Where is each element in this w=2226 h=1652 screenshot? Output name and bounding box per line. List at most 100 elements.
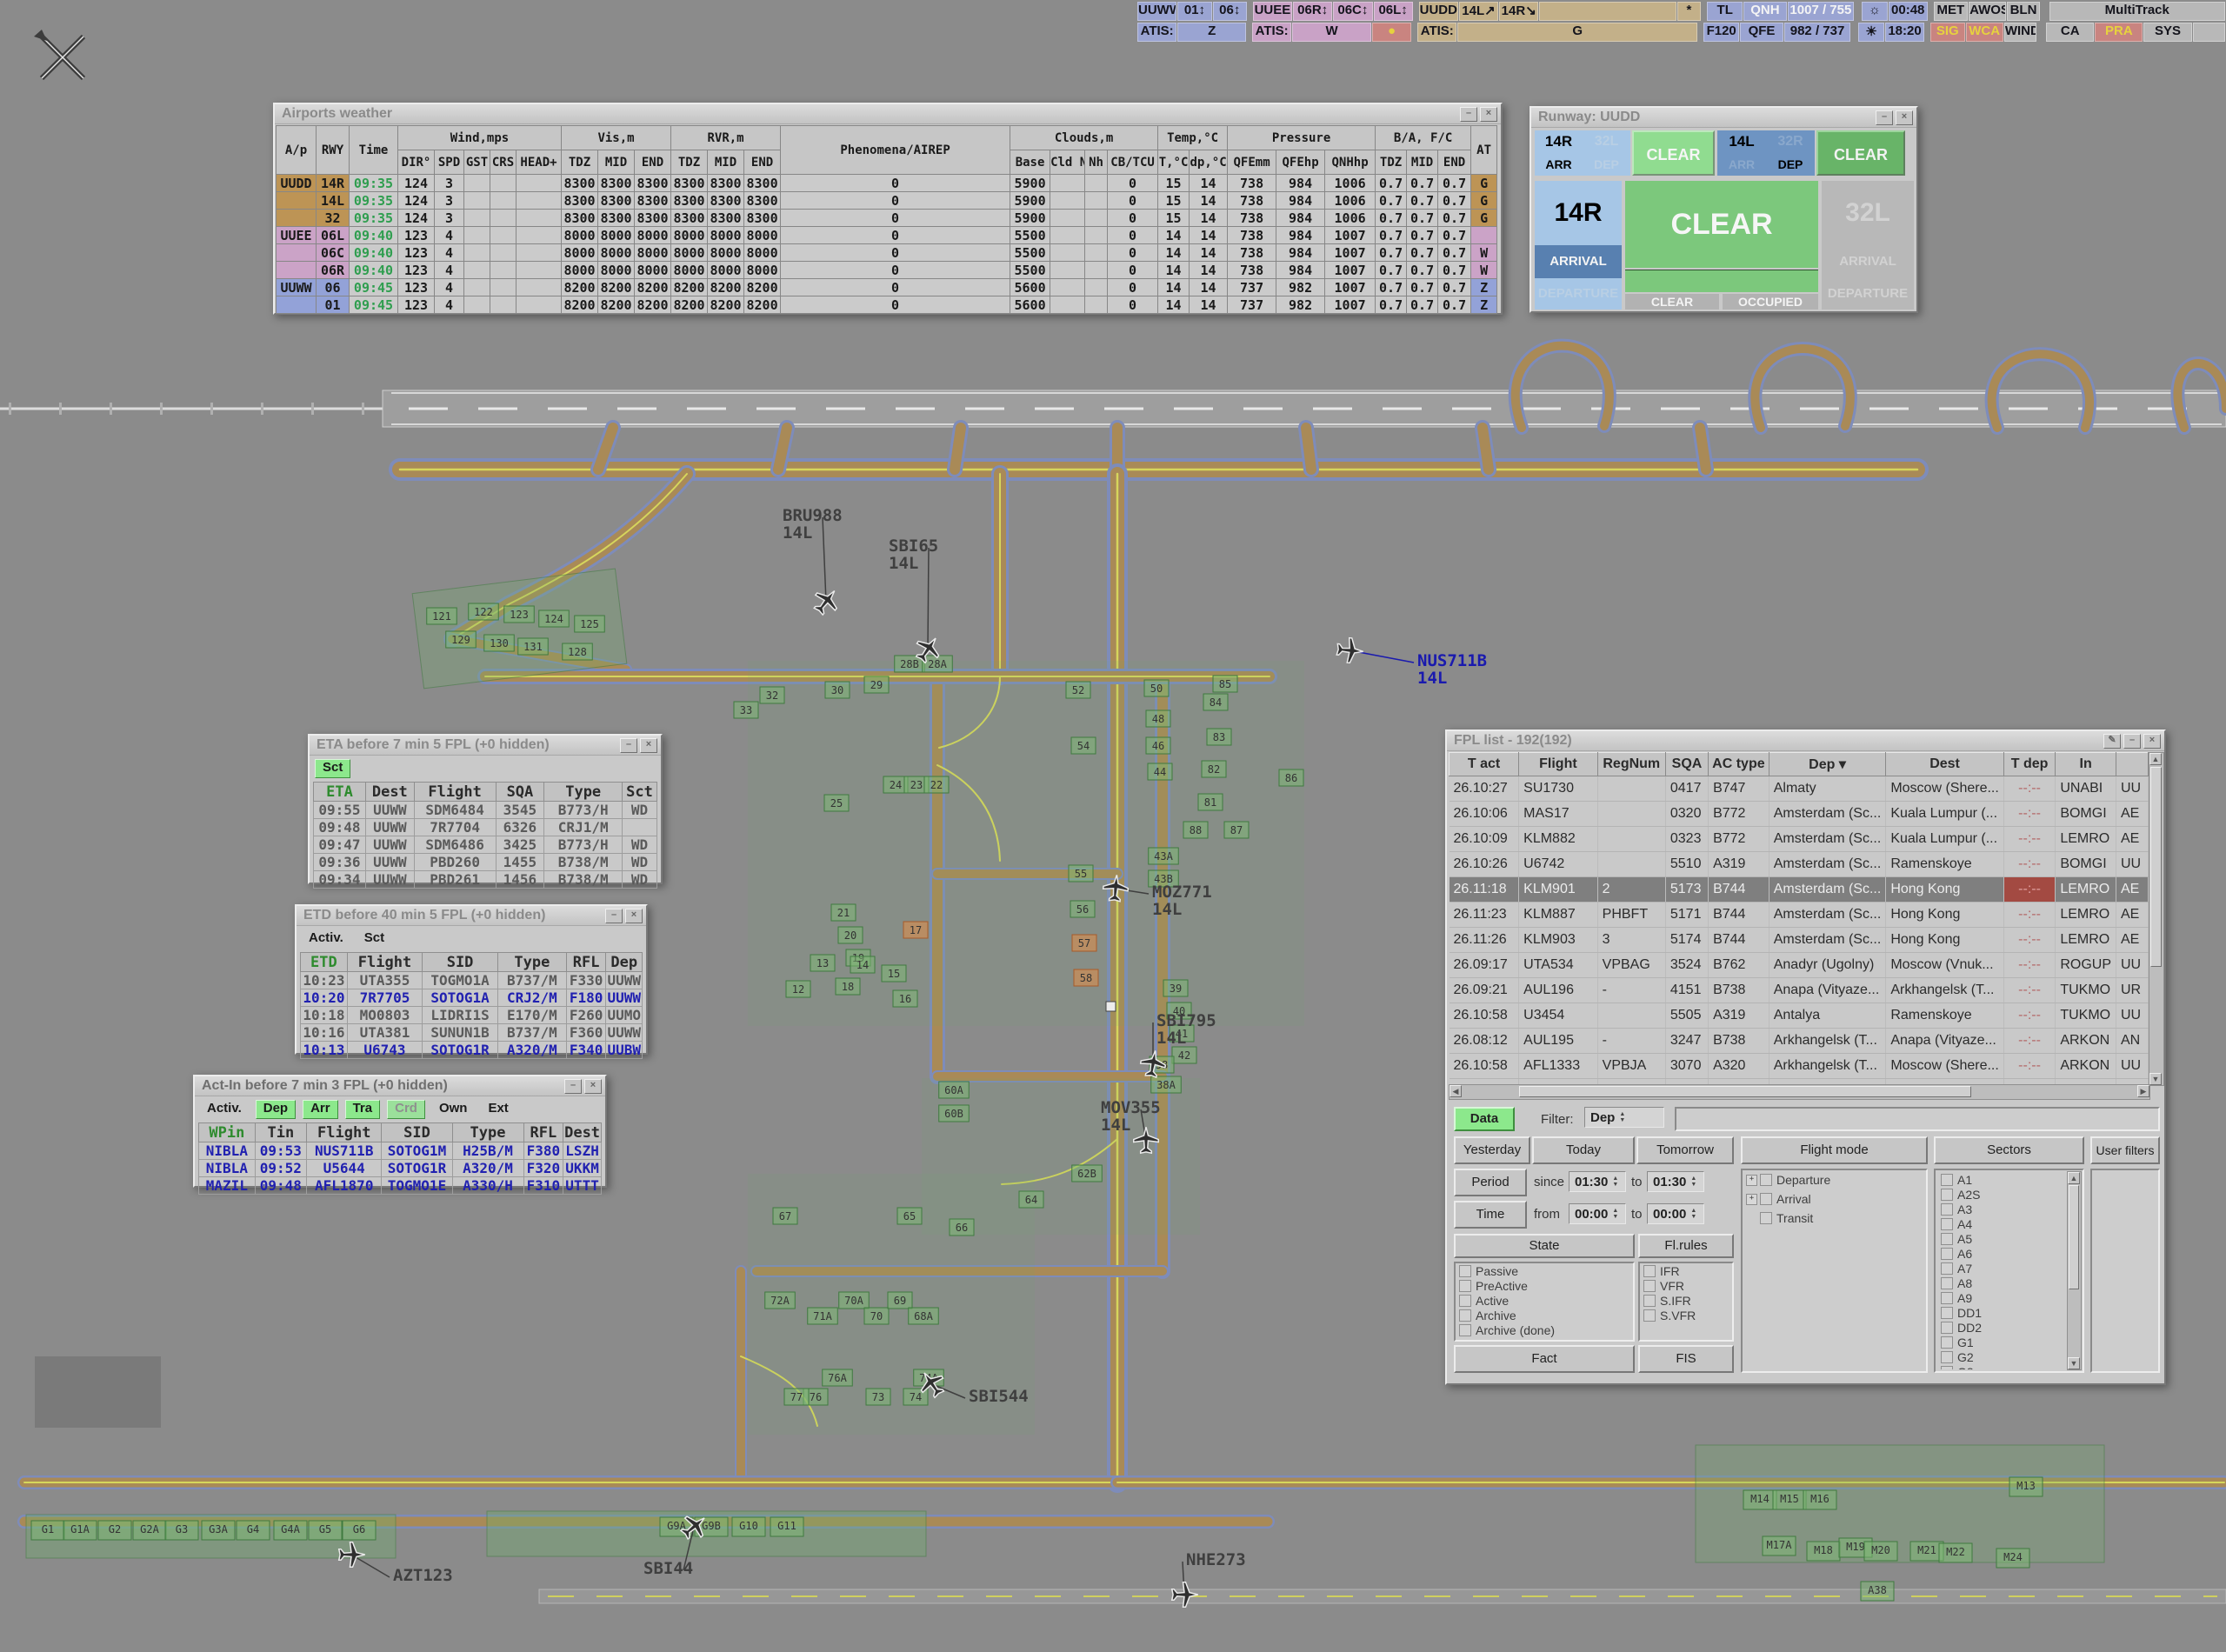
filter-expression-field[interactable]: [1675, 1107, 2160, 1131]
clear-button-1[interactable]: CLEAR: [1632, 130, 1715, 176]
period-to-spinner[interactable]: 01:30 ▲▼: [1647, 1171, 1704, 1192]
sectors-header[interactable]: Sectors: [1934, 1136, 2084, 1164]
arrival-button[interactable]: ARRIVAL: [1535, 245, 1622, 278]
checkbox-icon[interactable]: [1760, 1212, 1772, 1224]
occupied-state-button[interactable]: OCCUPIED: [1723, 294, 1818, 310]
bar-cell-blank[interactable]: [2193, 23, 2225, 42]
scroll-down-icon[interactable]: ▼: [2068, 1357, 2080, 1369]
time-button[interactable]: Time: [1454, 1201, 1527, 1229]
flight-mode-item-arrival[interactable]: +Arrival: [1743, 1189, 1926, 1209]
spinner-arrows-icon[interactable]: ▲▼: [1612, 1208, 1618, 1220]
checkbox-icon[interactable]: [1459, 1309, 1471, 1322]
flight-mode-header[interactable]: Flight mode: [1741, 1136, 1928, 1164]
scroll-up-icon[interactable]: ▲: [2149, 753, 2162, 765]
weather-row[interactable]: UUEE06L09:401234800080008000800080008000…: [277, 227, 1497, 244]
bar-cell-met[interactable]: MET: [1934, 2, 1968, 21]
sector-item-a8[interactable]: A8: [1937, 1276, 2067, 1290]
etd-row[interactable]: 10:18MO0803LIDRI1SE170/MF260UUMO: [301, 1007, 643, 1024]
chevron-up-down-icon[interactable]: ▲▼: [1619, 1111, 1625, 1123]
runway-tab-arr2[interactable]: ARR: [1717, 153, 1766, 176]
time-from-spinner[interactable]: 00:00 ▲▼: [1569, 1203, 1626, 1224]
bar-cell-multitrack[interactable]: MultiTrack: [2049, 2, 2225, 21]
sector-item-g1[interactable]: G1: [1937, 1335, 2067, 1349]
fpl-row[interactable]: 26.10:58AFL1333VPBJA3070A320Arkhangelsk …: [1450, 1054, 2149, 1079]
sector-item-a6[interactable]: A6: [1937, 1246, 2067, 1261]
act-in-col-sid[interactable]: SID: [382, 1123, 452, 1142]
scrollbar-thumb[interactable]: [2150, 767, 2162, 967]
bar-cell-bln[interactable]: BLN: [2007, 2, 2039, 21]
weather-row[interactable]: 14L09:3512438300830083008300830083000590…: [277, 192, 1497, 210]
fpl-col-dest[interactable]: Dest: [1886, 753, 2003, 776]
state-item-archive[interactable]: Archive: [1456, 1308, 1633, 1322]
fis-button[interactable]: FIS: [1638, 1345, 1734, 1373]
fpl-col-extra[interactable]: [2116, 753, 2148, 776]
etd-row[interactable]: 10:207R7705SOTOG1ACRJ2/MF180UUWW: [301, 989, 643, 1007]
act-in-button-own[interactable]: Own: [432, 1101, 475, 1118]
sector-item-a1[interactable]: A1: [1937, 1172, 2067, 1187]
bar-cell-uuww[interactable]: UUWW: [1137, 2, 1176, 21]
departure-button-disabled[interactable]: DEPARTURE: [1822, 278, 1914, 310]
bar-cell-14l[interactable]: 14L↗: [1459, 2, 1498, 21]
checkbox-icon[interactable]: [1643, 1265, 1656, 1277]
checkbox-icon[interactable]: [1643, 1295, 1656, 1307]
aircraft-label-NUS711B[interactable]: NUS711B14L: [1417, 651, 1487, 688]
checkbox-icon[interactable]: [1760, 1174, 1772, 1186]
departure-button[interactable]: DEPARTURE: [1535, 278, 1622, 310]
scrollbar-thumb[interactable]: [1519, 1086, 1971, 1097]
close-icon[interactable]: ×: [640, 738, 657, 753]
etd-col-rfl[interactable]: RFL: [566, 953, 606, 972]
scroll-up-icon[interactable]: ▲: [2068, 1172, 2080, 1184]
aircraft-label-SBI795[interactable]: SBI79514L: [1156, 1011, 1216, 1048]
bar-cell-14r[interactable]: 14R↘: [1499, 2, 1538, 21]
scroll-left-icon[interactable]: ◀: [1450, 1085, 1462, 1097]
bar-cell-atis-[interactable]: ATIS:: [1137, 23, 1176, 42]
fpl-col-flight[interactable]: Flight: [1519, 753, 1598, 776]
bar-cell-18-20[interactable]: 18:20: [1885, 23, 1924, 42]
period-button[interactable]: Period: [1454, 1169, 1527, 1196]
sector-item-g2[interactable]: G2: [1937, 1349, 2067, 1364]
eta-col-dest[interactable]: Dest: [365, 783, 414, 802]
bar-cell-qnh[interactable]: QNH: [1743, 2, 1786, 21]
close-icon[interactable]: ×: [1896, 110, 1913, 125]
fpl-col-t-dep[interactable]: T dep: [2003, 753, 2056, 776]
fl-rules-item-vfr[interactable]: VFR: [1640, 1278, 1732, 1293]
time-to-spinner[interactable]: 00:00 ▲▼: [1647, 1203, 1704, 1224]
act-in-button-tra[interactable]: Tra: [345, 1100, 381, 1119]
checkbox-icon[interactable]: [1459, 1280, 1471, 1292]
bar-cell-pra[interactable]: PRA: [2095, 23, 2143, 42]
runway-state-clear[interactable]: CLEAR: [1625, 181, 1818, 268]
sectors-scrollbar[interactable]: ▲ ▼: [2067, 1171, 2082, 1370]
bar-cell-atis-[interactable]: ATIS:: [1417, 23, 1456, 42]
eta-col-type[interactable]: Type: [544, 783, 623, 802]
state-item-active[interactable]: Active: [1456, 1293, 1633, 1308]
period-since-spinner[interactable]: 01:30 ▲▼: [1569, 1171, 1626, 1192]
etd-col-type[interactable]: Type: [497, 953, 566, 972]
sector-item-a3[interactable]: A3: [1937, 1202, 2067, 1216]
airports-weather-titlebar[interactable]: Airports weather – ×: [275, 104, 1501, 124]
weather-row[interactable]: 3209:35124383008300830083008300830005900…: [277, 210, 1497, 227]
act-in-col-rfl[interactable]: RFL: [523, 1123, 563, 1142]
bar-cell-982-737[interactable]: 982 / 737: [1784, 23, 1851, 42]
act-in-col-flight[interactable]: Flight: [306, 1123, 382, 1142]
aircraft-label-BRU988[interactable]: BRU98814L: [783, 506, 843, 543]
checkbox-icon[interactable]: [1941, 1203, 1953, 1216]
fpl-col-sqa[interactable]: SQA: [1665, 753, 1708, 776]
sector-item-a5[interactable]: A5: [1937, 1231, 2067, 1246]
fpl-vertical-scrollbar[interactable]: ▲ ▼: [2149, 752, 2164, 1086]
eta-row[interactable]: 09:55UUWWSDM64843545B773/HWD: [314, 802, 657, 819]
checkbox-icon[interactable]: [1643, 1280, 1656, 1292]
sector-item-dd1[interactable]: DD1: [1937, 1305, 2067, 1320]
spinner-arrows-icon[interactable]: ▲▼: [1690, 1176, 1696, 1188]
eta-row[interactable]: 09:47UUWWSDM64863425B773/HWD: [314, 836, 657, 854]
scroll-right-icon[interactable]: ▶: [2137, 1085, 2149, 1097]
eta-row[interactable]: 09:48UUWW7R77046326CRJ1/M: [314, 819, 657, 836]
flight-mode-item-departure[interactable]: +Departure: [1743, 1170, 1926, 1189]
bar-cell-1007-755[interactable]: 1007 / 755: [1788, 2, 1855, 21]
bar-cell-uuee[interactable]: UUEE: [1253, 2, 1292, 21]
sector-item-a9[interactable]: A9: [1937, 1290, 2067, 1305]
fpl-row[interactable]: 26.11:23KLM887PHBFT5171B744Amsterdam (Sc…: [1450, 903, 2149, 928]
bar-cell-01[interactable]: 01↕: [1177, 2, 1211, 21]
sector-item-a2s[interactable]: A2S: [1937, 1187, 2067, 1202]
minimize-icon[interactable]: –: [2123, 734, 2141, 749]
checkbox-icon[interactable]: [1941, 1233, 1953, 1245]
